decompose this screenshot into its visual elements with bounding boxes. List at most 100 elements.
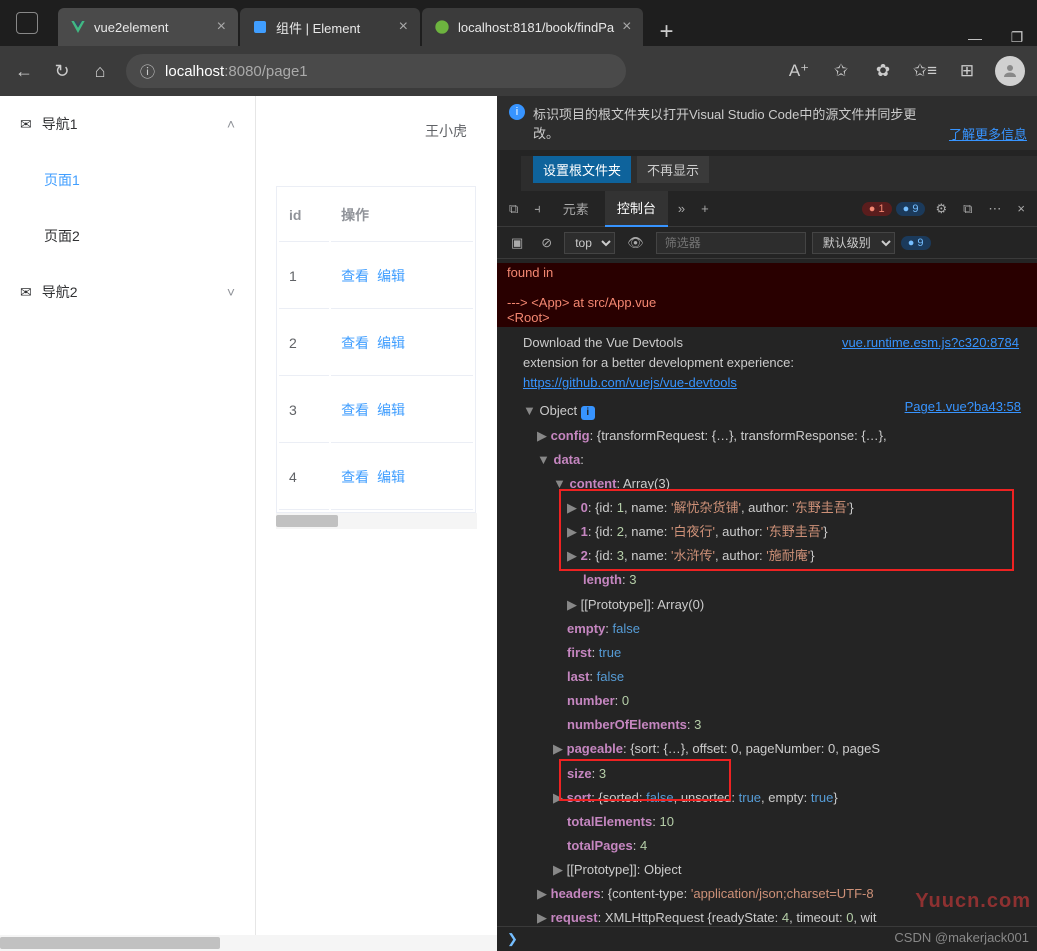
col-id: id [279, 189, 329, 242]
console-prop: last: false [497, 665, 1037, 689]
nav-sub-page2[interactable]: 页面2 [0, 208, 255, 264]
add-icon[interactable]: + [695, 201, 715, 216]
tab-title: vue2element [94, 20, 168, 35]
device-icon[interactable]: ⫞ [528, 201, 547, 217]
mail-icon: ✉ [20, 284, 32, 301]
more-tabs-icon[interactable]: » [672, 201, 691, 216]
chevron-up-icon: ˄ [227, 116, 235, 132]
table-row: 2查看编辑 [279, 311, 473, 376]
nav-sub-page1[interactable]: 页面1 [0, 152, 255, 208]
browser-tab-2[interactable]: localhost:8181/book/findPa × [422, 8, 643, 46]
dismiss-button[interactable]: 不再显示 [637, 156, 709, 183]
settings-icon[interactable]: ⚙ [929, 201, 953, 217]
window-minimize[interactable]: — [955, 30, 995, 46]
collections-icon[interactable]: ⊞ [953, 61, 981, 81]
dock-icon[interactable]: ⧉ [957, 201, 978, 217]
table-row: 4查看编辑 [279, 445, 473, 510]
console-array-item[interactable]: ▶ 0: {id: 1, name: '解忧杂货铺', author: '东野圭… [497, 496, 1037, 520]
info-count-2[interactable]: ● 9 [901, 236, 931, 250]
close-icon[interactable]: × [622, 18, 631, 36]
filter-input[interactable] [656, 232, 806, 254]
more-icon[interactable]: ⋯ [982, 201, 1007, 217]
view-link[interactable]: 查看 [341, 268, 369, 284]
back-button[interactable]: ← [12, 61, 36, 82]
app-scrollbar[interactable] [0, 935, 497, 951]
tab-title: localhost:8181/book/findPa [458, 20, 614, 35]
nav-item-2[interactable]: ✉ 导航2 ˅ [0, 264, 255, 320]
browser-tab-1[interactable]: 组件 | Element × [240, 8, 420, 46]
edit-link[interactable]: 编辑 [377, 402, 405, 418]
clear-icon[interactable]: ⊘ [535, 235, 558, 251]
console-prop: empty: false [497, 617, 1037, 641]
cell-actions: 查看编辑 [331, 445, 473, 510]
info-icon: i [509, 104, 525, 120]
watermark: Yuucn.com [915, 890, 1031, 913]
devtools: i 标识项目的根文件夹以打开Visual Studio Code中的源文件并同步… [497, 96, 1037, 951]
cell-actions: 查看编辑 [331, 378, 473, 443]
col-actions: 操作 [331, 189, 473, 242]
source-link-2[interactable]: Page1.vue?ba43:58 [905, 397, 1029, 417]
inspect-icon[interactable]: ⧉ [503, 201, 524, 217]
sidebar-toggle-icon[interactable] [16, 12, 38, 34]
console-toolbar: ▣ ⊘ top 👁 默认级别 ● 9 [497, 227, 1037, 259]
cell-id: 1 [279, 244, 329, 309]
devtools-url[interactable]: https://github.com/vuejs/vue-devtools [523, 375, 737, 390]
favorite-icon[interactable]: ✩ [827, 61, 855, 81]
console-output: found in ---> <App> at src/App.vue <Root… [497, 259, 1037, 926]
tab-elements[interactable]: 元素 [551, 191, 601, 227]
edit-link[interactable]: 编辑 [377, 335, 405, 351]
close-devtools-icon[interactable]: × [1011, 201, 1031, 216]
home-button[interactable]: ⌂ [88, 61, 112, 82]
tab-console[interactable]: 控制台 [605, 191, 668, 227]
set-root-button[interactable]: 设置根文件夹 [533, 156, 631, 183]
infobar-link[interactable]: 了解更多信息 [949, 124, 1027, 143]
console-array-item[interactable]: ▶ 1: {id: 2, name: '白夜行', author: '东野圭吾'… [497, 520, 1037, 544]
console-prop: numberOfElements: 3 [497, 713, 1037, 737]
error-count[interactable]: ● 1 [862, 202, 892, 216]
edit-link[interactable]: 编辑 [377, 268, 405, 284]
cell-id: 3 [279, 378, 329, 443]
browser-tab-0[interactable]: vue2element × [58, 8, 238, 46]
new-tab-button[interactable]: + [645, 18, 687, 46]
level-select[interactable]: 默认级别 [812, 232, 895, 254]
watermark-csdn: CSDN @makerjack001 [894, 930, 1029, 945]
window-restore[interactable]: ❐ [997, 29, 1037, 46]
sidebar: ✉ 导航1 ˄ 页面1 页面2 ✉ 导航2 ˅ [0, 96, 256, 951]
edit-link[interactable]: 编辑 [377, 469, 405, 485]
data-table: id 操作 1查看编辑2查看编辑3查看编辑4查看编辑 [276, 186, 476, 513]
cell-actions: 查看编辑 [331, 311, 473, 376]
view-link[interactable]: 查看 [341, 469, 369, 485]
mail-icon: ✉ [20, 116, 32, 133]
console-prop: number: 0 [497, 689, 1037, 713]
reader-icon[interactable]: A⁺ [785, 61, 813, 81]
source-link[interactable]: vue.runtime.esm.js?c320:8784 [842, 333, 1027, 353]
browser-addressbar: ← ↻ ⌂ ⓘ localhost:8080/page1 A⁺ ✩ ✿ ✩≡ ⊞ [0, 46, 1037, 96]
content-area: 王小虎 id 操作 1查看编辑2查看编辑3查看编辑4查看编辑 < 1 2 3 [256, 96, 497, 951]
horizontal-scrollbar[interactable] [276, 513, 477, 529]
favorites-bar-icon[interactable]: ✩≡ [911, 61, 939, 81]
close-icon[interactable]: × [217, 18, 226, 36]
view-link[interactable]: 查看 [341, 335, 369, 351]
context-select[interactable]: top [564, 232, 615, 254]
refresh-button[interactable]: ↻ [50, 61, 74, 82]
sidebar-icon[interactable]: ▣ [505, 235, 529, 251]
devtools-infobar: i 标识项目的根文件夹以打开Visual Studio Code中的源文件并同步… [497, 96, 1037, 150]
close-icon[interactable]: × [399, 18, 408, 36]
view-link[interactable]: 查看 [341, 402, 369, 418]
profile-avatar[interactable] [995, 56, 1025, 86]
nav-item-1[interactable]: ✉ 导航1 ˄ [0, 96, 255, 152]
app-root: ✉ 导航1 ˄ 页面1 页面2 ✉ 导航2 ˅ 王小虎 id 操作 1查看编辑2… [0, 96, 497, 951]
console-prop: first: true [497, 641, 1037, 665]
table-row: 1 查看编辑 [279, 244, 473, 309]
username-label: 王小虎 [425, 121, 467, 141]
eye-icon[interactable]: 👁 [621, 235, 650, 251]
spring-icon [434, 19, 450, 35]
extensions-icon[interactable]: ✿ [869, 61, 897, 81]
table-row: 3查看编辑 [279, 378, 473, 443]
url-input[interactable]: ⓘ localhost:8080/page1 [126, 54, 626, 88]
console-array-item[interactable]: ▶ 2: {id: 3, name: '水浒传', author: '施耐庵'} [497, 544, 1037, 568]
info-count[interactable]: ● 9 [896, 202, 926, 216]
console-error: found in ---> <App> at src/App.vue <Root… [497, 263, 1037, 327]
chevron-down-icon: ˅ [227, 284, 235, 300]
browser-tabstrip: vue2element × 组件 | Element × localhost:8… [0, 0, 1037, 46]
